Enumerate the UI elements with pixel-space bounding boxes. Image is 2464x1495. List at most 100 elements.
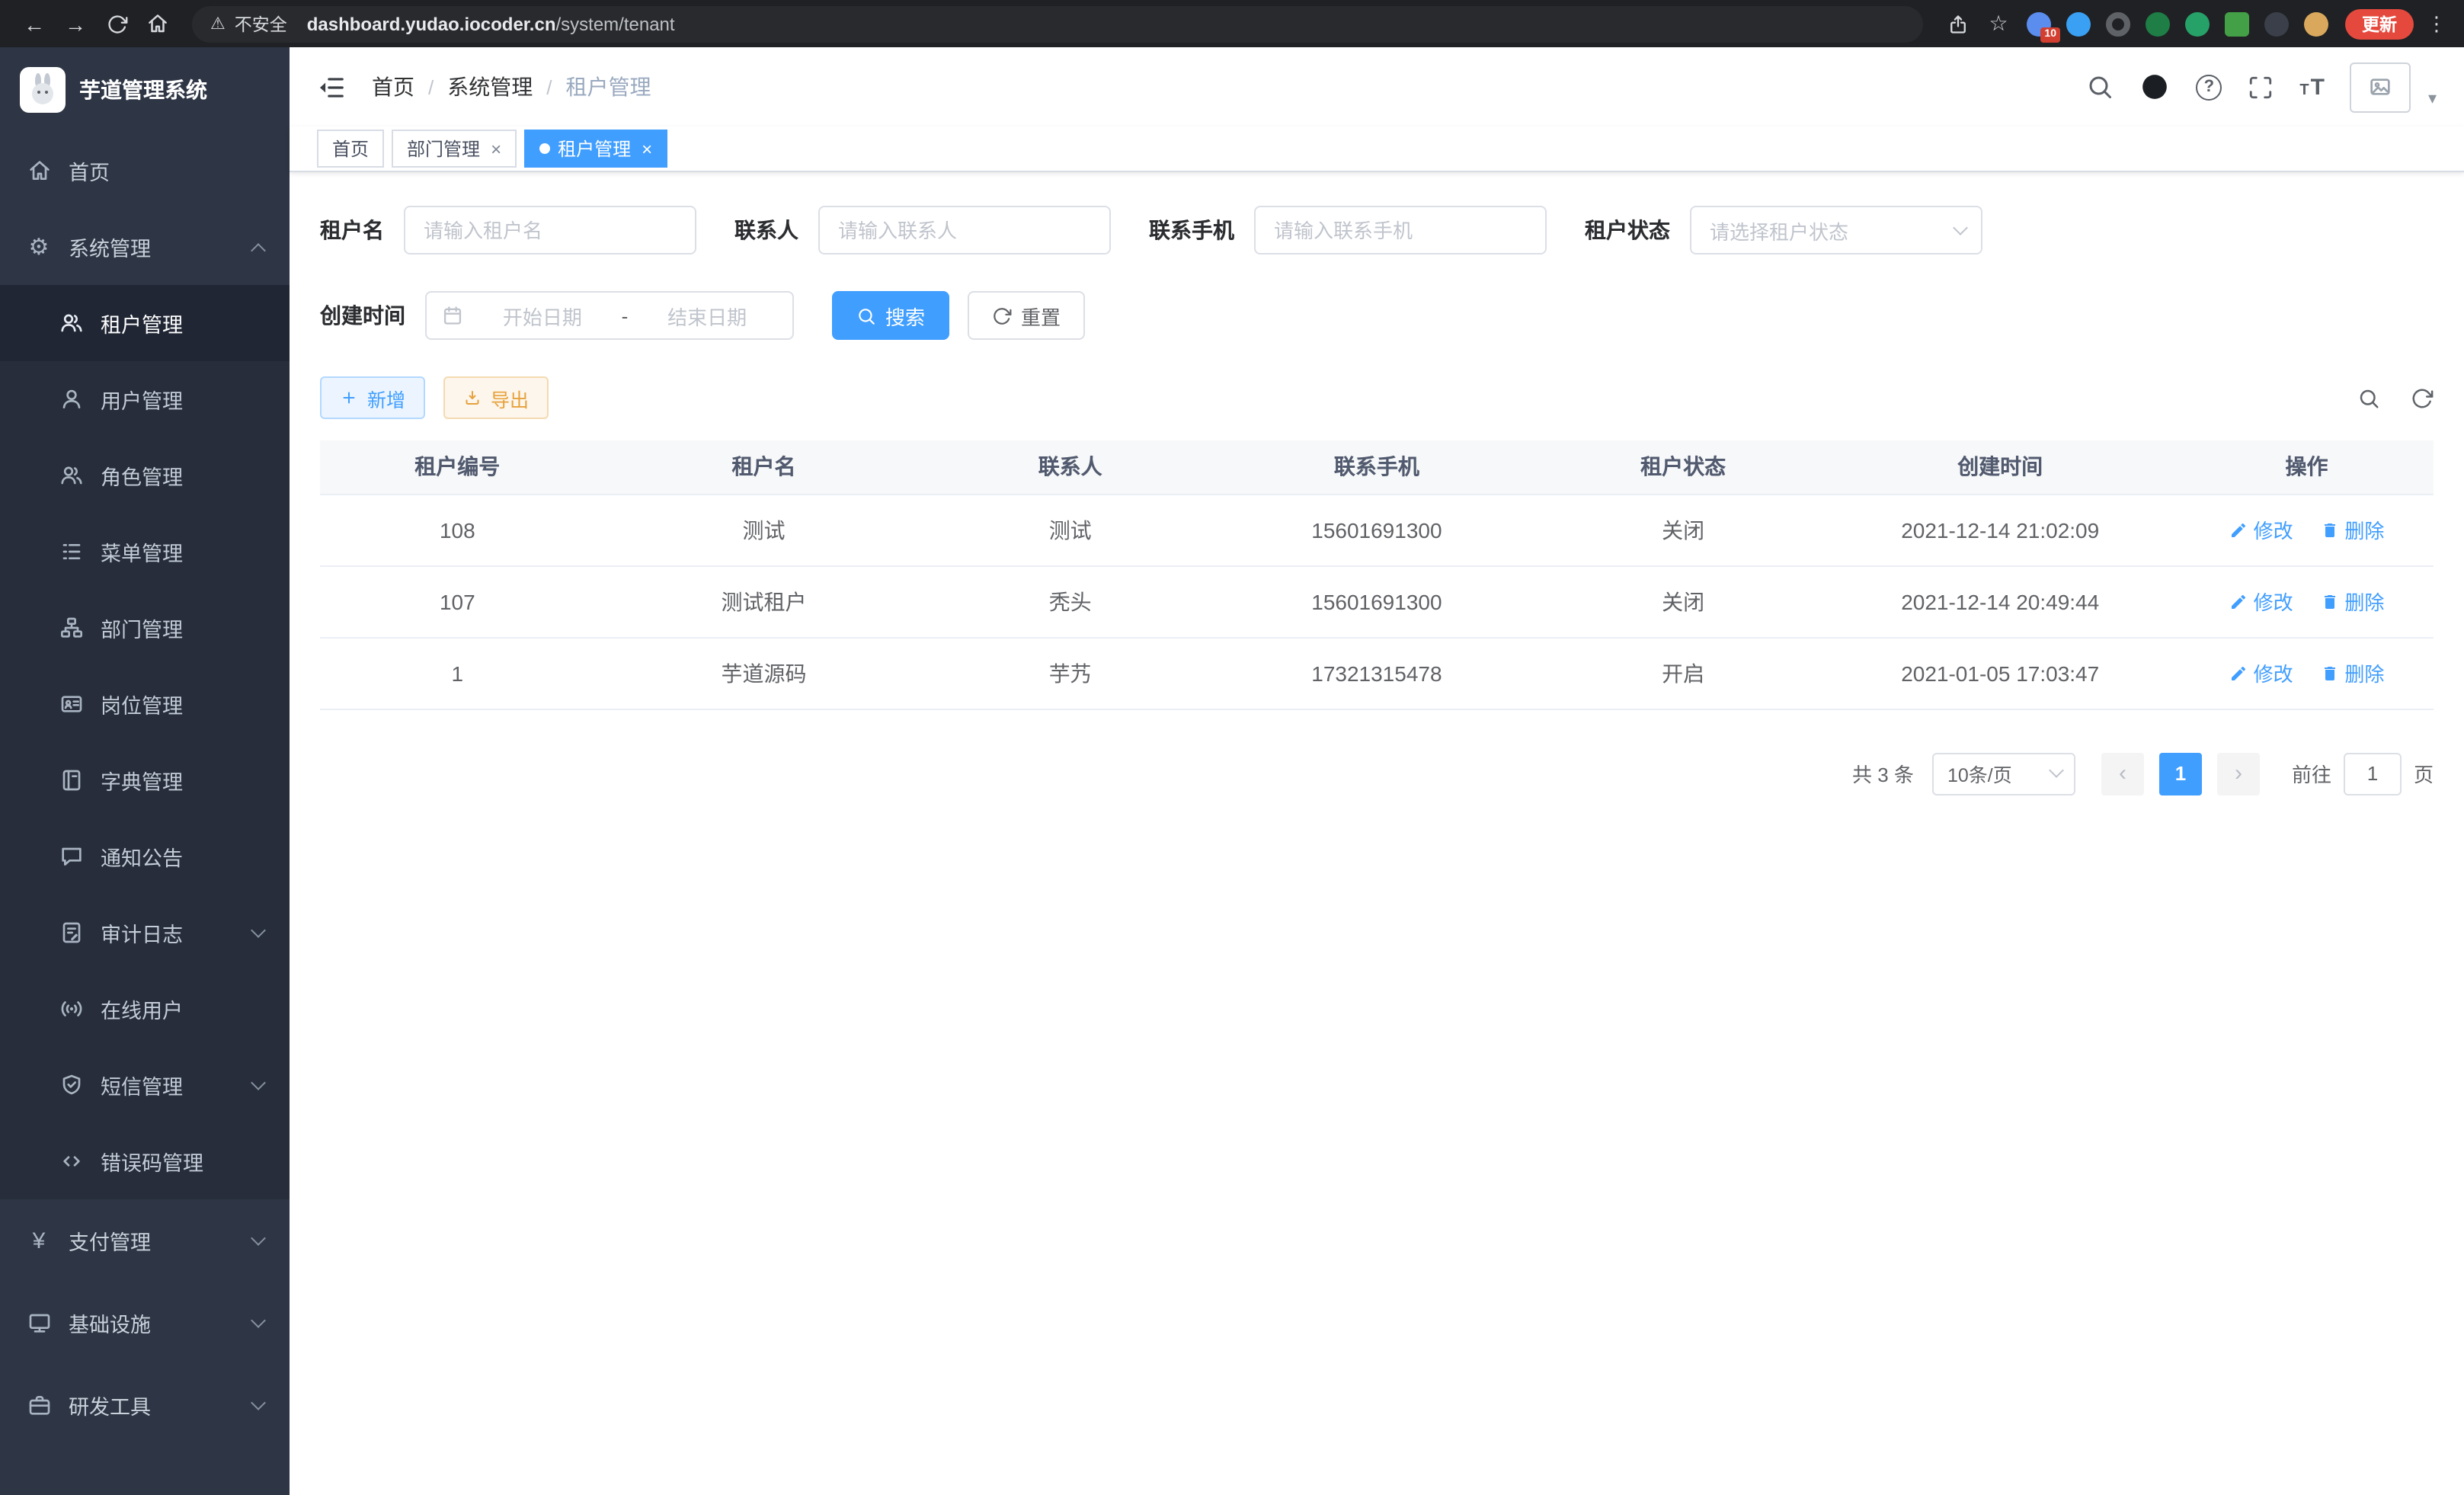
cell-tenant-id: 1 xyxy=(320,637,595,709)
tab-tenant-management[interactable]: 租户管理 × xyxy=(524,130,667,168)
monitor-icon xyxy=(26,1310,52,1336)
tab-home[interactable]: 首页 xyxy=(317,130,384,168)
bookmark-star-icon[interactable]: ☆ xyxy=(1979,5,2018,43)
next-page-button[interactable]: › xyxy=(2217,752,2260,795)
code-icon xyxy=(58,1148,84,1174)
user-icon xyxy=(58,386,84,412)
tags-view-bar: 首页 部门管理 × 租户管理 × xyxy=(290,126,2464,172)
browser-forward-button[interactable]: → xyxy=(56,5,94,43)
filter-row-1: 租户名 联系人 联系手机 租户状态 请选择租户状态 xyxy=(320,206,2434,255)
sidebar-item-error-code-management[interactable]: 错误码管理 xyxy=(0,1123,290,1199)
page-url: dashboard.yudao.iocoder.cn/system/tenant xyxy=(307,13,675,34)
tenant-name-input[interactable] xyxy=(404,206,696,255)
sidebar-item-online-users[interactable]: 在线用户 xyxy=(0,971,290,1047)
browser-reload-button[interactable] xyxy=(98,5,136,43)
add-button-label: 新增 xyxy=(367,383,405,412)
browser-update-button[interactable]: 更新 xyxy=(2345,8,2414,39)
extension-icon-5[interactable] xyxy=(2185,11,2210,36)
cell-actions: 修改 删除 xyxy=(2180,565,2434,637)
browser-back-button[interactable]: ← xyxy=(15,5,53,43)
avatar[interactable] xyxy=(2350,62,2411,112)
address-bar[interactable]: ⚠ 不安全 dashboard.yudao.iocoder.cn/system/… xyxy=(192,5,1923,42)
extension-icon-4[interactable] xyxy=(2146,11,2170,36)
delete-button[interactable]: 删除 xyxy=(2320,658,2384,687)
chevron-up-icon xyxy=(251,243,266,258)
sidebar-item-system-management[interactable]: ⚙ 系统管理 xyxy=(0,209,290,285)
tab-close-icon[interactable]: × xyxy=(642,139,652,158)
goto-page-input[interactable] xyxy=(2344,752,2402,795)
home-icon xyxy=(26,158,52,184)
app-logo[interactable]: 芋道管理系统 xyxy=(0,47,290,133)
export-button[interactable]: 导出 xyxy=(443,376,549,419)
date-range-picker[interactable]: 开始日期 - 结束日期 xyxy=(425,291,794,340)
edit-button[interactable]: 修改 xyxy=(2229,515,2293,544)
font-size-icon[interactable]: TT xyxy=(2299,75,2325,98)
chevron-down-icon xyxy=(1953,219,1968,235)
sidebar-item-notice[interactable]: 通知公告 xyxy=(0,818,290,895)
edit-button[interactable]: 修改 xyxy=(2229,587,2293,616)
add-button[interactable]: 新增 xyxy=(320,376,425,419)
search-icon[interactable] xyxy=(2086,73,2114,101)
sidebar-item-dev-tools[interactable]: 研发工具 xyxy=(0,1364,290,1446)
font-small-glyph: T xyxy=(2299,83,2309,98)
cell-actions: 修改 删除 xyxy=(2180,637,2434,709)
extension-icon-2[interactable] xyxy=(2066,11,2091,36)
security-label[interactable]: 不安全 xyxy=(235,11,287,36)
sidebar-item-home[interactable]: 首页 xyxy=(0,133,290,209)
chevron-down-icon xyxy=(251,922,266,937)
prev-page-button[interactable]: ‹ xyxy=(2101,752,2144,795)
toggle-search-icon[interactable] xyxy=(2357,386,2380,409)
edit-label: 修改 xyxy=(2254,515,2293,544)
browser-toolbar: ← → ⚠ 不安全 dashboard.yudao.iocoder.cn/sys… xyxy=(0,0,2464,47)
sidebar-toggle[interactable] xyxy=(317,72,346,101)
cell-actions: 修改 删除 xyxy=(2180,494,2434,565)
reset-button-label: 重置 xyxy=(1021,301,1061,330)
delete-button[interactable]: 删除 xyxy=(2320,587,2384,616)
tab-dept-management[interactable]: 部门管理 × xyxy=(392,130,517,168)
breadcrumb-home[interactable]: 首页 xyxy=(372,72,414,102)
cell-phone: 15601691300 xyxy=(1208,565,1546,637)
delete-button[interactable]: 删除 xyxy=(2320,515,2384,544)
tab-close-icon[interactable]: × xyxy=(491,139,501,158)
fullscreen-icon[interactable] xyxy=(2248,74,2274,100)
book-icon xyxy=(58,767,84,793)
extension-icon-7[interactable] xyxy=(2264,11,2289,36)
sidebar-item-dept-management[interactable]: 部门管理 xyxy=(0,590,290,666)
phone-input[interactable] xyxy=(1254,206,1547,255)
edit-label: 修改 xyxy=(2254,658,2293,687)
sidebar-item-role-management[interactable]: 角色管理 xyxy=(0,437,290,514)
extension-icon-1[interactable]: 10 xyxy=(2027,11,2051,36)
edit-button[interactable]: 修改 xyxy=(2229,658,2293,687)
edit-pen-icon xyxy=(2229,520,2248,539)
page-size-select[interactable]: 10条/页 xyxy=(1932,752,2075,795)
share-icon[interactable] xyxy=(1938,5,1976,43)
contact-input[interactable] xyxy=(818,206,1111,255)
browser-profile-avatar[interactable] xyxy=(2304,11,2328,36)
app-window: ← → ⚠ 不安全 dashboard.yudao.iocoder.cn/sys… xyxy=(0,0,2464,1495)
sidebar-item-menu-management[interactable]: 菜单管理 xyxy=(0,514,290,590)
sidebar-item-user-management[interactable]: 用户管理 xyxy=(0,361,290,437)
status-select[interactable]: 请选择租户状态 xyxy=(1690,206,1982,255)
browser-home-button[interactable] xyxy=(139,5,177,43)
avatar-caret-icon[interactable]: ▾ xyxy=(2428,88,2437,107)
page-number-1[interactable]: 1 xyxy=(2159,752,2202,795)
sidebar-item-audit-log[interactable]: 审计日志 xyxy=(0,895,290,971)
sidebar-item-tenant-management[interactable]: 租户管理 xyxy=(0,285,290,361)
sidebar-item-dict-management[interactable]: 字典管理 xyxy=(0,742,290,818)
extension-icon-6[interactable] xyxy=(2225,11,2249,36)
search-button[interactable]: 搜索 xyxy=(832,291,949,340)
breadcrumb-system[interactable]: 系统管理 xyxy=(447,72,533,102)
sidebar-item-post-management[interactable]: 岗位管理 xyxy=(0,666,290,742)
extension-icon-3[interactable] xyxy=(2106,11,2130,36)
help-icon[interactable]: ? xyxy=(2196,74,2222,100)
browser-menu-icon[interactable]: ⋮ xyxy=(2424,11,2449,36)
sidebar-item-payment-management[interactable]: ¥ 支付管理 xyxy=(0,1199,290,1282)
sidebar-item-sms-management[interactable]: 短信管理 xyxy=(0,1047,290,1123)
column-status: 租户状态 xyxy=(1546,440,1821,494)
sidebar-item-infrastructure[interactable]: 基础设施 xyxy=(0,1282,290,1364)
reset-button[interactable]: 重置 xyxy=(968,291,1085,340)
breadcrumb: 首页 / 系统管理 / 租户管理 xyxy=(372,72,651,102)
refresh-table-icon[interactable] xyxy=(2411,386,2434,409)
extension-badge: 10 xyxy=(2040,27,2060,42)
github-icon[interactable] xyxy=(2139,72,2170,102)
